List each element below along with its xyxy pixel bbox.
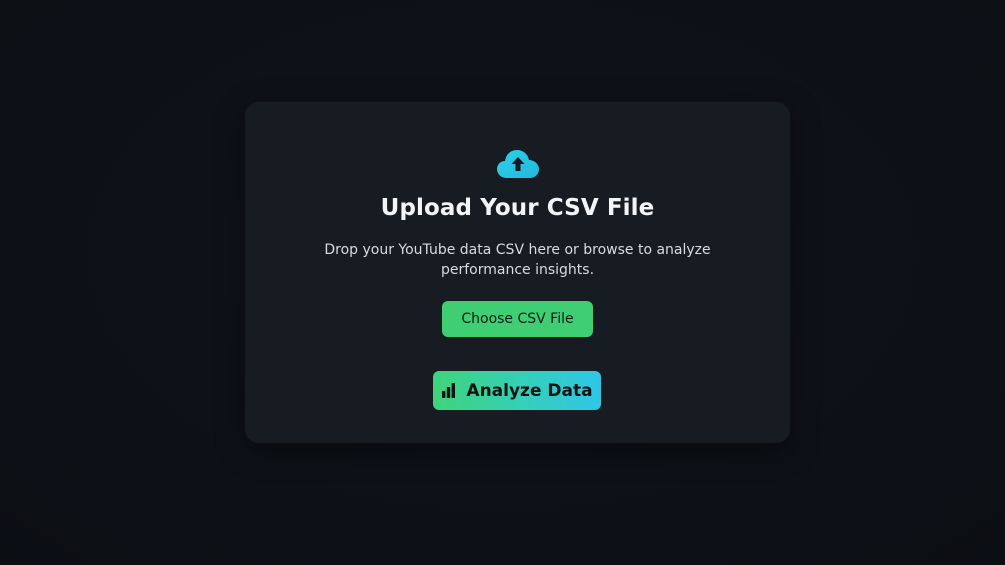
page-background: Upload Your CSV File Drop your YouTube d… — [0, 0, 1005, 565]
bar-chart-icon — [442, 383, 456, 398]
upload-card[interactable]: Upload Your CSV File Drop your YouTube d… — [245, 102, 790, 443]
upload-description: Drop your YouTube data CSV here or brows… — [324, 242, 711, 278]
cloud-upload-icon — [497, 150, 539, 178]
analyze-data-button[interactable]: Analyze Data — [433, 371, 601, 410]
page-title: Upload Your CSV File — [380, 195, 655, 221]
analyze-data-label: Analyze Data — [466, 380, 593, 401]
choose-csv-file-button[interactable]: Choose CSV File — [442, 301, 593, 337]
